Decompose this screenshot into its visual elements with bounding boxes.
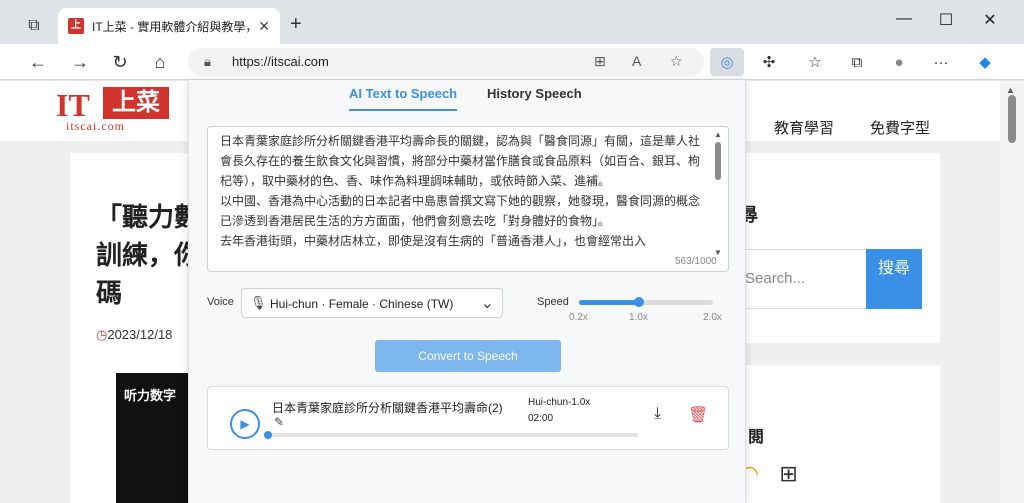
- speed-slider-handle[interactable]: [633, 297, 644, 307]
- collections-icon[interactable]: ⧉: [846, 52, 868, 74]
- tts-extension-icon[interactable]: ◎: [716, 52, 738, 74]
- download-icon[interactable]: ⤓: [654, 405, 661, 423]
- text-input-scrollbar[interactable]: ▲ ▼: [713, 130, 723, 266]
- browser-tab[interactable]: 上 IT上菜 - 實用軟體介紹與教學，零 ✕: [58, 8, 280, 44]
- sidebar-subscribe-icons: ◠ ⊞: [740, 461, 798, 487]
- scroll-up-icon[interactable]: ▲: [1006, 85, 1015, 95]
- copilot-icon[interactable]: ◆: [974, 52, 996, 74]
- headline-line: 碼: [96, 279, 123, 309]
- speed-tick-mid: 1.0x: [629, 312, 648, 323]
- progress-handle[interactable]: [264, 431, 272, 439]
- history-item-voice: Hui-chun-1.0x: [528, 397, 591, 408]
- nav-link-fonts[interactable]: 免費字型: [870, 117, 930, 138]
- lock-icon[interactable]: 🔒︎: [204, 54, 211, 70]
- url-text: https://itscai.com: [232, 54, 329, 69]
- more-menu-icon[interactable]: ···: [930, 52, 952, 74]
- site-search-input[interactable]: Search...: [740, 249, 868, 309]
- scroll-thumb[interactable]: [715, 142, 721, 180]
- site-logo-cn[interactable]: 上菜: [103, 87, 169, 119]
- site-logo-sub: itscai.com: [66, 119, 125, 133]
- headline-line: 訓練，你: [96, 241, 201, 271]
- voice-label: Voice: [207, 296, 234, 308]
- favorites-icon[interactable]: ☆: [804, 52, 826, 74]
- play-icon[interactable]: ▶: [230, 409, 260, 439]
- speed-slider-fill: [579, 300, 639, 305]
- tab-actions-icon[interactable]: ⧉: [22, 14, 46, 38]
- browser-toolbar: ← → ↻ ⌂ 🔒︎ https://itscai.com ⊞ A ☆ ◎ ✣ …: [0, 44, 1024, 80]
- tts-text-input[interactable]: 日本青葉家庭診所分析關鍵香港平均壽命長的關鍵，認為與「醫食同源」有關，這是華人社…: [207, 126, 729, 272]
- extensions-icon[interactable]: ✣: [758, 52, 780, 74]
- chevron-down-icon: ⌄: [480, 295, 494, 312]
- speed-tick-min: 0.2x: [569, 312, 588, 323]
- minimize-icon[interactable]: —: [884, 10, 924, 28]
- char-count: 563/1000: [675, 256, 717, 267]
- tab-ai-text-to-speech[interactable]: AI Text to Speech: [349, 86, 458, 111]
- voice-select[interactable]: 🎙︎ Hui-chun · Female · Chinese (TW) ⌄: [241, 288, 503, 318]
- history-item-duration: 02:00: [528, 413, 554, 424]
- edit-pencil-icon[interactable]: ✎: [274, 415, 284, 429]
- article-headline[interactable]: 「聽力數 訓練，你 碼: [96, 199, 200, 313]
- new-tab-button[interactable]: +: [290, 14, 302, 34]
- history-item-title: 日本青葉家庭診所分析關鍵香港平均壽命(2): [272, 401, 503, 415]
- scroll-thumb[interactable]: [1008, 95, 1016, 143]
- site-search-button[interactable]: 搜尋: [866, 249, 922, 309]
- maximize-icon[interactable]: ☐: [926, 10, 966, 30]
- read-aloud-icon[interactable]: A: [632, 53, 641, 69]
- back-icon[interactable]: ←: [26, 50, 50, 74]
- clock-icon: ◷: [96, 327, 108, 342]
- profile-avatar-icon[interactable]: ●: [888, 52, 910, 74]
- speed-tick-max: 2.0x: [703, 312, 722, 323]
- refresh-icon[interactable]: ↻: [108, 50, 132, 74]
- speed-slider[interactable]: [579, 297, 713, 307]
- sidebar-subscribe-title: 閱: [748, 429, 765, 446]
- speed-label: Speed: [537, 296, 569, 308]
- convert-to-speech-button[interactable]: Convert to Speech: [375, 340, 561, 372]
- tab-history-speech[interactable]: History Speech: [487, 86, 582, 109]
- tts-popup: AI Text to Speech History Speech 日本青葉家庭診…: [188, 80, 746, 503]
- close-tab-icon[interactable]: ✕: [258, 18, 270, 35]
- home-icon[interactable]: ⌂: [148, 50, 172, 74]
- history-item-progress[interactable]: [264, 431, 638, 439]
- favorite-star-icon[interactable]: ☆: [670, 53, 683, 70]
- voice-select-value: Hui-chun · Female · Chinese (TW): [270, 297, 454, 311]
- trash-icon[interactable]: 🗑︎: [688, 405, 708, 425]
- address-bar[interactable]: 🔒︎ https://itscai.com ⊞ A ☆: [188, 48, 704, 76]
- forward-icon[interactable]: →: [68, 50, 92, 74]
- headline-line: 「聽力數: [96, 203, 201, 233]
- app-grid-icon[interactable]: ⊞: [779, 461, 797, 486]
- favicon-icon: 上: [68, 18, 84, 34]
- scroll-up-icon[interactable]: ▲: [714, 130, 722, 139]
- close-window-icon[interactable]: ✕: [970, 10, 1010, 30]
- sidebar-search-card: [720, 153, 940, 343]
- app-available-icon[interactable]: ⊞: [594, 53, 606, 70]
- article-video-thumbnail[interactable]: 听力数字: [116, 373, 196, 503]
- article-date: ◷2023/12/18: [96, 327, 173, 342]
- nav-link-education[interactable]: 教育學習: [774, 117, 834, 138]
- history-item: ▶ 日本青葉家庭診所分析關鍵香港平均壽命(2) ✎ Hui-chun-1.0x …: [207, 386, 729, 450]
- microphone-icon: 🎙︎: [250, 295, 267, 310]
- tab-title: IT上菜 - 實用軟體介紹與教學，零: [92, 19, 252, 34]
- browser-tab-bar: ⧉ 上 IT上菜 - 實用軟體介紹與教學，零 ✕ + — ☐ ✕: [0, 0, 1024, 44]
- page-scrollbar[interactable]: ▲: [1000, 81, 1024, 503]
